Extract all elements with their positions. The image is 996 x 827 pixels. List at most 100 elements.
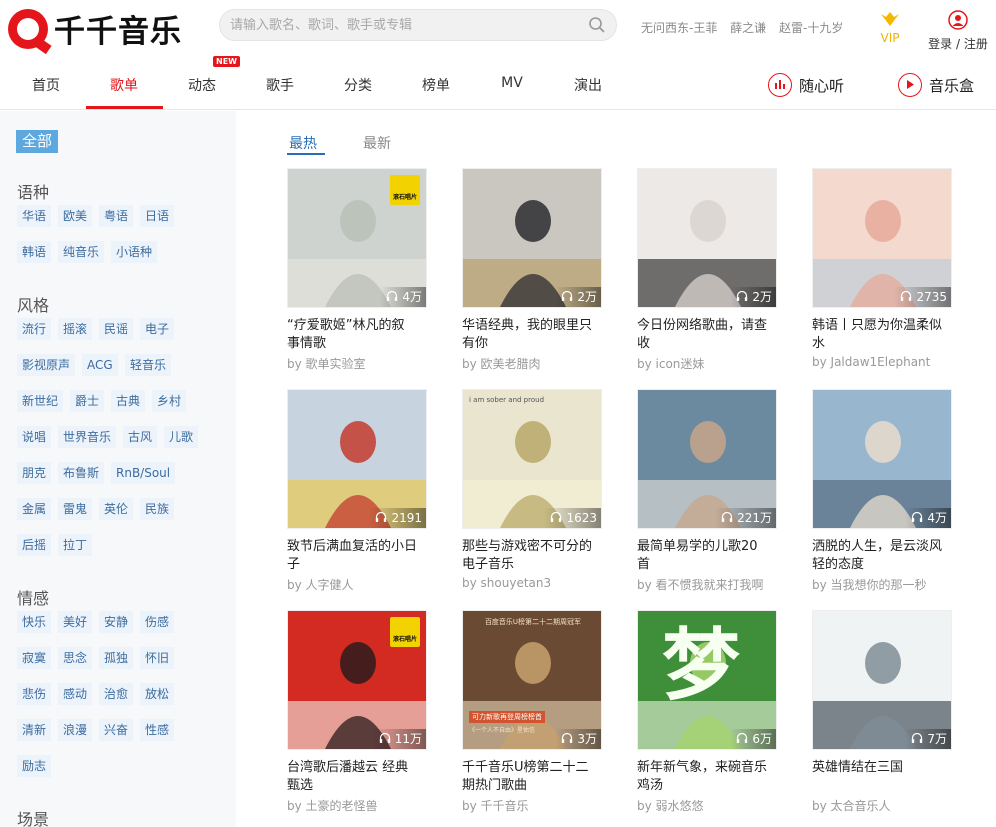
tag[interactable]: 思念 — [58, 647, 93, 669]
playlist-author[interactable]: by 欧美老腊肉 — [462, 355, 541, 372]
tag[interactable]: 电子 — [140, 318, 175, 340]
tag[interactable]: 布鲁斯 — [58, 462, 105, 484]
playlist-author[interactable]: by 看不惯我就来打我啊 — [637, 576, 764, 593]
tag[interactable]: 清新 — [17, 719, 52, 741]
tag[interactable]: 后摇 — [17, 534, 52, 556]
tag[interactable]: 安静 — [99, 611, 134, 633]
playlist-title[interactable]: 最简单易学的儿歌20 首 — [637, 538, 779, 574]
tag[interactable]: 说唱 — [17, 426, 52, 448]
playlist-title[interactable]: 今日份网络歌曲，请查 收 — [637, 317, 779, 353]
playlist-cover[interactable]: 滚石唱片 4万 — [287, 168, 427, 308]
playlist-cover[interactable]: 2735 — [812, 168, 952, 308]
tag[interactable]: 性感 — [140, 719, 175, 741]
tag[interactable]: 怀旧 — [140, 647, 175, 669]
nav-charts[interactable]: 榜单 — [396, 75, 476, 95]
tag[interactable]: 影视原声 — [17, 354, 76, 376]
tag[interactable]: 浪漫 — [58, 719, 93, 741]
tag[interactable]: 寂寞 — [17, 647, 52, 669]
tag[interactable]: 乡村 — [152, 390, 187, 412]
playlist-cover[interactable]: 梦 6万 — [637, 610, 777, 750]
playlist-title[interactable]: 新年新气象，来碗音乐 鸡汤 — [637, 759, 779, 795]
hot-word[interactable]: 无问西东-王菲 — [641, 21, 717, 35]
tag[interactable]: 伤感 — [140, 611, 175, 633]
playlist-title[interactable]: 英雄情结在三国 — [812, 759, 954, 777]
tag[interactable]: 治愈 — [99, 683, 134, 705]
playlist-cover[interactable]: 滚石唱片 11万 — [287, 610, 427, 750]
tag[interactable]: 华语 — [17, 205, 52, 227]
hot-word[interactable]: 赵雷-十九岁 — [779, 21, 843, 35]
playlist-cover[interactable]: 2万 — [462, 168, 602, 308]
tag[interactable]: 拉丁 — [58, 534, 93, 556]
playlist-title[interactable]: 那些与游戏密不可分的 电子音乐 — [462, 538, 604, 574]
playlist-author[interactable]: by 歌单实验室 — [287, 355, 366, 372]
tag[interactable]: ACG — [82, 354, 118, 376]
playlist-author[interactable]: by 土豪的老怪兽 — [287, 797, 378, 814]
playlist-title[interactable]: 洒脱的人生，是云淡风 轻的态度 — [812, 538, 954, 574]
tag[interactable]: 感动 — [58, 683, 93, 705]
playlist-author[interactable]: by shouyetan3 — [462, 576, 551, 590]
tag[interactable]: 粤语 — [99, 205, 134, 227]
tag[interactable]: 古风 — [123, 426, 158, 448]
music-box-button[interactable]: 音乐盒 — [898, 73, 974, 97]
tag[interactable]: 轻音乐 — [125, 354, 172, 376]
tag[interactable]: 流行 — [17, 318, 52, 340]
playlist-author[interactable]: by Jaldaw1Elephant — [812, 355, 930, 369]
playlist-author[interactable]: by 千千音乐 — [462, 797, 529, 814]
nav-concerts[interactable]: 演出 — [548, 75, 628, 95]
tag[interactable]: 悲伤 — [17, 683, 52, 705]
tag[interactable]: 小语种 — [111, 241, 158, 263]
playlist-author[interactable]: by 太合音乐人 — [812, 797, 891, 814]
tag[interactable]: 纯音乐 — [58, 241, 105, 263]
radio-button[interactable]: 随心听 — [768, 73, 844, 97]
tag[interactable]: 世界音乐 — [58, 426, 117, 448]
nav-artists[interactable]: 歌手 — [240, 75, 320, 95]
search-input[interactable] — [230, 15, 580, 35]
login-register[interactable]: 登录 / 注册 — [926, 10, 990, 52]
tag[interactable]: 民谣 — [99, 318, 134, 340]
tag[interactable]: 快乐 — [17, 611, 52, 633]
logo[interactable]: 千千音乐 — [8, 6, 182, 51]
playlist-title[interactable]: 致节后满血复活的小日 子 — [287, 538, 429, 574]
playlist-title[interactable]: 韩语丨只愿为你温柔似 水 — [812, 317, 954, 353]
nav-playlists[interactable]: 歌单 — [84, 75, 164, 95]
playlist-title[interactable]: 千千音乐U榜第二十二 期热门歌曲 — [462, 759, 604, 795]
tab-hottest[interactable]: 最热 — [289, 133, 317, 153]
vip-button[interactable]: VIP — [876, 10, 904, 45]
tag[interactable]: 放松 — [140, 683, 175, 705]
tag[interactable]: 雷鬼 — [58, 498, 93, 520]
tag-all[interactable]: 全部 — [16, 130, 59, 153]
tag[interactable]: 金属 — [17, 498, 52, 520]
tag[interactable]: 朋克 — [17, 462, 52, 484]
tag[interactable]: 韩语 — [17, 241, 52, 263]
tag[interactable]: 励志 — [17, 755, 52, 777]
tag[interactable]: 儿歌 — [164, 426, 199, 448]
tag[interactable]: 欧美 — [58, 205, 93, 227]
playlist-cover[interactable]: 4万 — [812, 389, 952, 529]
tag[interactable]: RnB/Soul — [111, 462, 176, 484]
playlist-title[interactable]: “疗爱歌姬”林凡的叙 事情歌 — [287, 317, 429, 353]
nav-categories[interactable]: 分类 — [318, 75, 398, 95]
tag[interactable]: 孤独 — [99, 647, 134, 669]
playlist-author[interactable]: by 人字健人 — [287, 576, 354, 593]
tab-newest[interactable]: 最新 — [363, 133, 391, 153]
tag[interactable]: 美好 — [58, 611, 93, 633]
playlist-title[interactable]: 台湾歌后潘越云 经典 甄选 — [287, 759, 429, 795]
playlist-cover[interactable]: 2191 — [287, 389, 427, 529]
search-box[interactable] — [219, 9, 617, 41]
tag[interactable]: 新世纪 — [17, 390, 64, 412]
tag[interactable]: 日语 — [140, 205, 175, 227]
nav-home[interactable]: 首页 — [6, 75, 86, 95]
search-icon[interactable] — [588, 16, 606, 34]
playlist-title[interactable]: 华语经典，我的眼里只 有你 — [462, 317, 604, 353]
playlist-cover[interactable]: 2万 — [637, 168, 777, 308]
playlist-author[interactable]: by 当我想你的那一秒 — [812, 576, 927, 593]
playlist-cover[interactable]: 7万 — [812, 610, 952, 750]
tag[interactable]: 兴奋 — [99, 719, 134, 741]
tag[interactable]: 民族 — [140, 498, 175, 520]
playlist-cover[interactable]: 百度音乐U榜第二十二期周冠军 可力新歌再登周榜榜首 《一个人不自由》星佑信 3万 — [462, 610, 602, 750]
tag[interactable]: 摇滚 — [58, 318, 93, 340]
playlist-cover[interactable]: 221万 — [637, 389, 777, 529]
tag[interactable]: 爵士 — [70, 390, 105, 412]
tag[interactable]: 英伦 — [99, 498, 134, 520]
playlist-author[interactable]: by 弱水悠悠 — [637, 797, 704, 814]
